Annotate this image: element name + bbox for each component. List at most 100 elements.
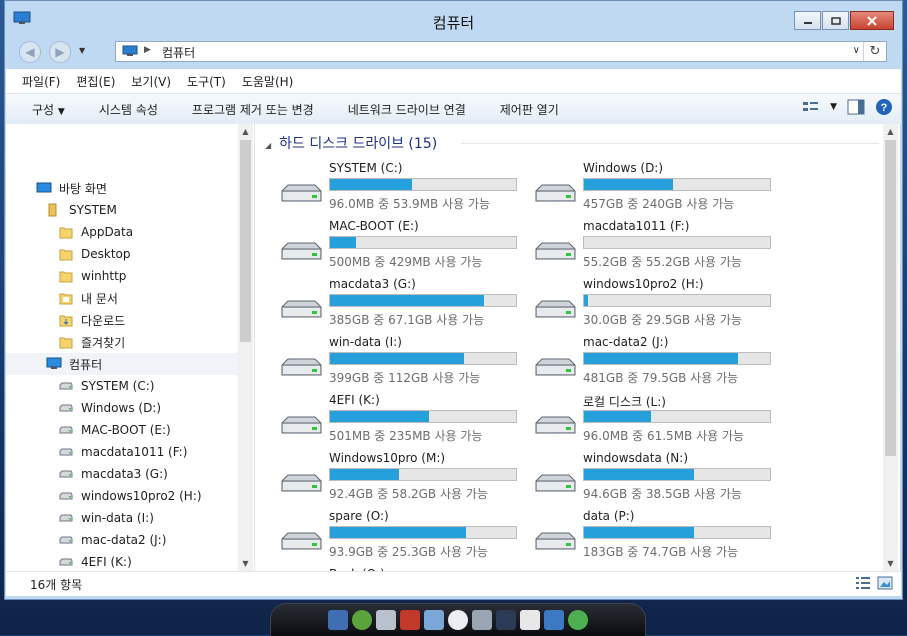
nav-item[interactable]: 바탕 화면 [6, 177, 238, 199]
drive-icon [59, 514, 73, 522]
network-app-icon[interactable] [424, 610, 444, 630]
menu-view[interactable]: 보기(V) [123, 73, 179, 90]
drive-tile[interactable]: 4EFI (K:) 501MB 중 235MB 사용 가능 [279, 391, 529, 449]
nav-item[interactable]: AppData [6, 221, 238, 243]
scrollbar-thumb[interactable] [240, 140, 251, 342]
system-properties-button[interactable]: 시스템 속성 [82, 101, 175, 118]
usage-bar-fill [330, 411, 429, 422]
browser-app-icon[interactable] [568, 610, 588, 630]
forward-button[interactable]: ▶ [49, 41, 71, 63]
drive-tile[interactable]: macdata3 (G:) 385GB 중 67.1GB 사용 가능 [279, 275, 529, 333]
details-view-icon[interactable] [855, 576, 871, 590]
preview-pane-button[interactable] [847, 99, 865, 115]
close-button[interactable] [850, 11, 894, 30]
nav-item-label: winhttp [81, 269, 127, 283]
tools-app-icon[interactable] [472, 610, 492, 630]
maximize-icon [830, 16, 841, 25]
nav-item[interactable]: 내 문서 [6, 287, 238, 309]
nav-item[interactable]: mac-data2 (J:) [6, 529, 238, 551]
drive-free-space: 93.9GB 중 25.3GB 사용 가능 [329, 545, 488, 559]
computer-app-icon[interactable] [544, 610, 564, 630]
drive-tile[interactable]: data (P:) 183GB 중 74.7GB 사용 가능 [533, 507, 783, 565]
uninstall-program-button[interactable]: 프로그램 제거 또는 변경 [175, 101, 331, 118]
view-dropdown-button[interactable]: ▼ [830, 102, 837, 112]
refresh-app-icon[interactable] [352, 610, 372, 630]
scroll-up-icon[interactable]: ▲ [238, 124, 253, 139]
film-app-icon[interactable] [496, 610, 516, 630]
nav-item[interactable]: winhttp [6, 265, 238, 287]
drive-name: 로컬 디스크 (L:) [583, 395, 666, 409]
nav-item[interactable]: 4EFI (K:) [6, 551, 238, 573]
address-bar[interactable]: ▶ 컴퓨터 ∨ ↻ [115, 41, 887, 62]
nav-item[interactable]: 다운로드 [6, 309, 238, 331]
nav-item[interactable]: macdata1011 (F:) [6, 441, 238, 463]
breadcrumb-chevron-icon[interactable]: ▶ [144, 45, 151, 55]
menu-bar: 파일(F) 편집(E) 보기(V) 도구(T) 도움말(H) [6, 69, 901, 93]
menu-edit[interactable]: 편집(E) [68, 73, 123, 90]
storage-app-icon[interactable] [376, 610, 396, 630]
usage-bar-fill [584, 179, 674, 190]
organize-button[interactable]: 구성 ▼ [6, 101, 82, 118]
usage-bar-fill [330, 353, 464, 364]
large-icons-view-icon[interactable] [877, 576, 893, 590]
drive-free-space: 92.4GB 중 58.2GB 사용 가능 [329, 487, 488, 501]
drive-tile[interactable]: spare (O:) 93.9GB 중 25.3GB 사용 가능 [279, 507, 529, 565]
drive-free-space: 30.0GB 중 29.5GB 사용 가능 [583, 313, 742, 327]
minimize-button[interactable] [794, 11, 821, 30]
scroll-down-icon[interactable]: ▼ [883, 556, 898, 571]
refresh-button[interactable]: ↻ [863, 42, 886, 61]
recent-pages-dropdown[interactable]: ▼ [79, 46, 85, 55]
breadcrumb[interactable]: 컴퓨터 [162, 44, 195, 61]
map-network-drive-button[interactable]: 네트워크 드라이브 연결 [331, 101, 483, 118]
collapse-triangle-icon[interactable]: ◢ [265, 141, 271, 150]
taskbar-dock [270, 603, 646, 636]
drive-tile[interactable]: win-data (I:) 399GB 중 112GB 사용 가능 [279, 333, 529, 391]
scrollbar-thumb[interactable] [885, 140, 896, 456]
nav-item[interactable]: SYSTEM (C:) [6, 375, 238, 397]
nav-item[interactable]: 컴퓨터 [6, 353, 238, 375]
windows7-app-icon[interactable] [520, 610, 540, 630]
drive-tile[interactable]: Windows (D:) 457GB 중 240GB 사용 가능 [533, 159, 783, 217]
group-header[interactable]: ◢ 하드 디스크 드라이브 (15) [265, 133, 437, 153]
menu-help[interactable]: 도움말(H) [234, 73, 302, 90]
drive-icon [59, 382, 73, 390]
change-view-button[interactable] [802, 100, 820, 114]
nav-item[interactable]: windows10pro2 (H:) [6, 485, 238, 507]
nav-item[interactable]: Windows (D:) [6, 397, 238, 419]
nav-item[interactable]: macdata3 (G:) [6, 463, 238, 485]
menu-tools[interactable]: 도구(T) [179, 73, 234, 90]
nav-item[interactable]: SYSTEM [6, 199, 238, 221]
media-app-icon[interactable] [400, 610, 420, 630]
drive-tile[interactable]: windowsdata (N:) 94.6GB 중 38.5GB 사용 가능 [533, 449, 783, 507]
open-control-panel-button[interactable]: 제어판 열기 [483, 101, 576, 118]
scroll-up-icon[interactable]: ▲ [883, 124, 898, 139]
menu-file[interactable]: 파일(F) [6, 73, 68, 90]
nav-item[interactable]: 즐겨찾기 [6, 331, 238, 353]
monitor-app-icon[interactable] [328, 610, 348, 630]
help-button[interactable]: ? [875, 98, 893, 116]
nav-item[interactable]: Desktop [6, 243, 238, 265]
nav-item-label: SYSTEM (C:) [81, 379, 155, 393]
navigation-scrollbar[interactable]: ▲ ▼ [238, 124, 253, 571]
drive-tile[interactable]: SYSTEM (C:) 96.0MB 중 53.9MB 사용 가능 [279, 159, 529, 217]
usage-bar-fill [584, 527, 694, 538]
drive-tile[interactable]: 로컬 디스크 (L:) 96.0MB 중 61.5MB 사용 가능 [533, 391, 783, 449]
scroll-down-icon[interactable]: ▼ [238, 556, 253, 571]
back-button[interactable]: ◀ [19, 41, 41, 63]
address-history-dropdown[interactable]: ∨ [853, 45, 860, 56]
drive-tile[interactable]: macdata1011 (F:) 55.2GB 중 55.2GB 사용 가능 [533, 217, 783, 275]
drive-free-space: 94.6GB 중 38.5GB 사용 가능 [583, 487, 742, 501]
nav-item[interactable]: MAC-BOOT (E:) [6, 419, 238, 441]
drive-tile[interactable]: mac-data2 (J:) 481GB 중 79.5GB 사용 가능 [533, 333, 783, 391]
drive-tile[interactable]: MAC-BOOT (E:) 500MB 중 429MB 사용 가능 [279, 217, 529, 275]
maximize-button[interactable] [822, 11, 849, 30]
usage-bar [329, 468, 517, 481]
nav-item[interactable]: win-data (I:) [6, 507, 238, 529]
content-scrollbar[interactable]: ▲ ▼ [883, 124, 898, 571]
title-bar[interactable]: 컴퓨터 [5, 1, 902, 39]
documents-folder-icon [59, 293, 73, 305]
drive-tile[interactable]: windows10pro2 (H:) 30.0GB 중 29.5GB 사용 가능 [533, 275, 783, 333]
help-icon: ? [876, 99, 892, 115]
bulb-app-icon[interactable] [448, 610, 468, 630]
drive-tile[interactable]: Windows10pro (M:) 92.4GB 중 58.2GB 사용 가능 [279, 449, 529, 507]
